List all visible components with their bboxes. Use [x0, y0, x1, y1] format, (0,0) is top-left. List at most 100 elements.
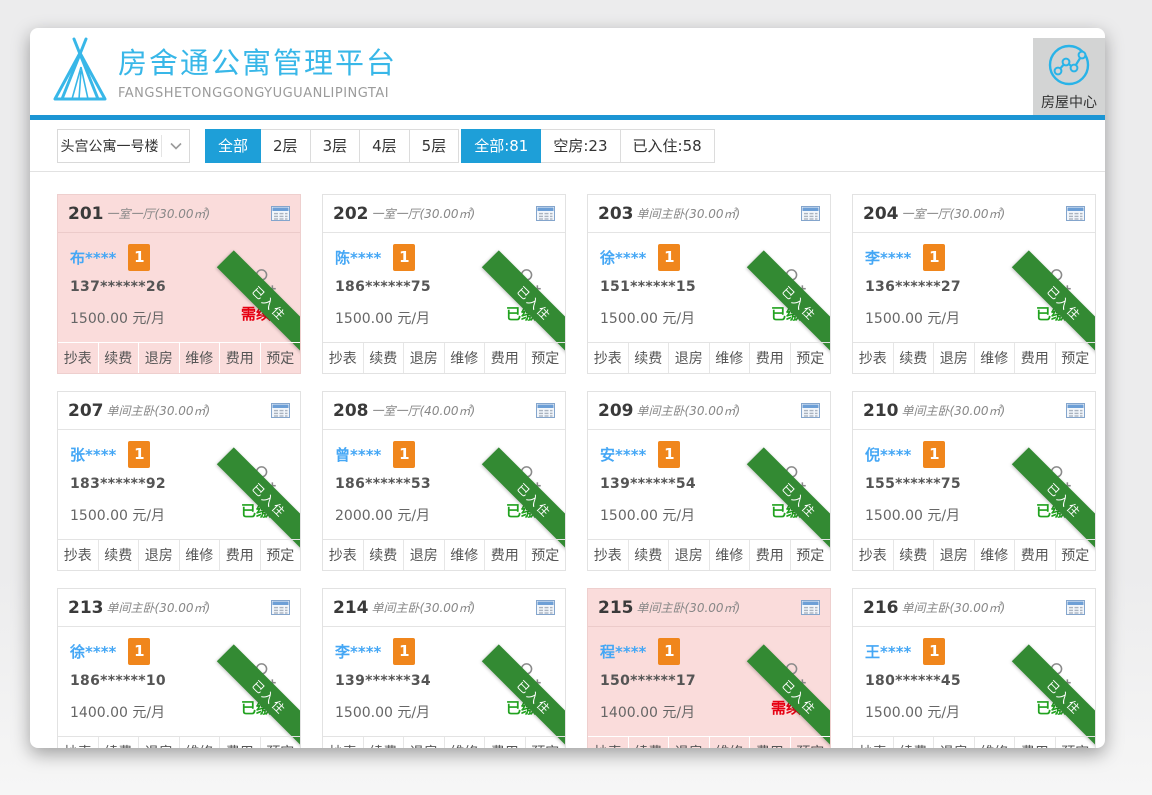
room-action-button-0[interactable]: 抄表 — [853, 343, 893, 373]
room-action-button-4[interactable]: 费用 — [1014, 737, 1055, 748]
room-action-button-5[interactable]: 预定 — [1055, 737, 1096, 748]
tenant-name[interactable]: 王**** — [865, 641, 911, 662]
room-action-button-0[interactable]: 抄表 — [588, 343, 628, 373]
room-detail-table-icon[interactable] — [1066, 403, 1085, 418]
room-action-button-4[interactable]: 费用 — [219, 343, 260, 373]
tenant-name[interactable]: 李**** — [865, 247, 911, 268]
stat-tab-1[interactable]: 空房:23 — [540, 129, 620, 163]
room-action-button-1[interactable]: 续费 — [893, 343, 934, 373]
floor-tab-4[interactable]: 5层 — [409, 129, 460, 163]
floor-tab-1[interactable]: 2层 — [260, 129, 311, 163]
room-action-button-1[interactable]: 续费 — [628, 343, 669, 373]
room-action-button-3[interactable]: 维修 — [974, 737, 1015, 748]
floor-tab-3[interactable]: 4层 — [359, 129, 410, 163]
room-action-button-5[interactable]: 预定 — [525, 343, 566, 373]
room-action-button-3[interactable]: 维修 — [709, 343, 750, 373]
tenant-name[interactable]: 倪**** — [865, 444, 911, 465]
room-action-button-4[interactable]: 费用 — [484, 540, 525, 570]
room-detail-table-icon[interactable] — [801, 403, 820, 418]
room-card[interactable]: 213 单间主卧(30.00㎡) 徐**** 1 186***** — [57, 588, 301, 748]
room-action-button-5[interactable]: 预定 — [260, 540, 301, 570]
room-action-button-1[interactable]: 续费 — [893, 737, 934, 748]
room-detail-table-icon[interactable] — [271, 206, 290, 221]
room-action-button-4[interactable]: 费用 — [484, 343, 525, 373]
room-action-button-2[interactable]: 退房 — [403, 343, 444, 373]
stat-tab-0[interactable]: 全部:81 — [461, 129, 541, 163]
room-action-button-0[interactable]: 抄表 — [323, 540, 363, 570]
room-detail-table-icon[interactable] — [271, 600, 290, 615]
room-card[interactable]: 203 单间主卧(30.00㎡) 徐**** 1 151***** — [587, 194, 831, 374]
tenant-name[interactable]: 布**** — [70, 247, 116, 268]
room-card[interactable]: 201 一室一厅(30.00㎡) 布**** 1 137***** — [57, 194, 301, 374]
room-action-button-3[interactable]: 维修 — [974, 540, 1015, 570]
room-action-button-0[interactable]: 抄表 — [323, 343, 363, 373]
room-action-button-2[interactable]: 退房 — [403, 540, 444, 570]
room-card[interactable]: 210 单间主卧(30.00㎡) 倪**** 1 155***** — [852, 391, 1096, 571]
room-card[interactable]: 208 一室一厅(40.00㎡) 曾**** 1 186***** — [322, 391, 566, 571]
room-action-button-0[interactable]: 抄表 — [588, 540, 628, 570]
room-card[interactable]: 207 单间主卧(30.00㎡) 张**** 1 183***** — [57, 391, 301, 571]
room-action-button-5[interactable]: 预定 — [790, 540, 831, 570]
room-action-button-0[interactable]: 抄表 — [58, 737, 98, 748]
room-action-button-5[interactable]: 预定 — [525, 737, 566, 748]
room-action-button-1[interactable]: 续费 — [98, 737, 139, 748]
room-action-button-1[interactable]: 续费 — [628, 540, 669, 570]
room-card[interactable]: 204 一室一厅(30.00㎡) 李**** 1 136***** — [852, 194, 1096, 374]
room-action-button-1[interactable]: 续费 — [363, 737, 404, 748]
room-action-button-0[interactable]: 抄表 — [58, 540, 98, 570]
room-card[interactable]: 216 单间主卧(30.00㎡) 王**** 1 180***** — [852, 588, 1096, 748]
room-action-button-1[interactable]: 续费 — [893, 540, 934, 570]
room-action-button-2[interactable]: 退房 — [933, 540, 974, 570]
room-action-button-2[interactable]: 退房 — [933, 343, 974, 373]
room-action-button-5[interactable]: 预定 — [790, 343, 831, 373]
room-action-button-0[interactable]: 抄表 — [323, 737, 363, 748]
room-action-button-5[interactable]: 预定 — [260, 737, 301, 748]
room-detail-table-icon[interactable] — [536, 206, 555, 221]
room-card[interactable]: 202 一室一厅(30.00㎡) 陈**** 1 186***** — [322, 194, 566, 374]
room-action-button-4[interactable]: 费用 — [749, 737, 790, 748]
room-action-button-1[interactable]: 续费 — [98, 540, 139, 570]
room-detail-table-icon[interactable] — [1066, 206, 1085, 221]
room-action-button-4[interactable]: 费用 — [219, 540, 260, 570]
room-action-button-2[interactable]: 退房 — [138, 737, 179, 748]
room-action-button-5[interactable]: 预定 — [1055, 343, 1096, 373]
tenant-name[interactable]: 曾**** — [335, 444, 381, 465]
tenant-name[interactable]: 安**** — [600, 444, 646, 465]
building-select[interactable]: 头宫公寓一号楼 — [57, 129, 190, 163]
floor-tab-2[interactable]: 3层 — [310, 129, 361, 163]
room-action-button-5[interactable]: 预定 — [260, 343, 301, 373]
room-action-button-2[interactable]: 退房 — [933, 737, 974, 748]
room-action-button-3[interactable]: 维修 — [444, 540, 485, 570]
room-action-button-0[interactable]: 抄表 — [853, 737, 893, 748]
room-card[interactable]: 209 单间主卧(30.00㎡) 安**** 1 139***** — [587, 391, 831, 571]
room-action-button-2[interactable]: 退房 — [403, 737, 444, 748]
room-action-button-4[interactable]: 费用 — [749, 540, 790, 570]
room-action-button-3[interactable]: 维修 — [179, 540, 220, 570]
room-action-button-0[interactable]: 抄表 — [853, 540, 893, 570]
room-action-button-4[interactable]: 费用 — [219, 737, 260, 748]
room-action-button-3[interactable]: 维修 — [709, 737, 750, 748]
room-action-button-0[interactable]: 抄表 — [588, 737, 628, 748]
room-action-button-2[interactable]: 退房 — [668, 737, 709, 748]
stat-tab-2[interactable]: 已入住:58 — [620, 129, 715, 163]
room-action-button-3[interactable]: 维修 — [974, 343, 1015, 373]
room-action-button-0[interactable]: 抄表 — [58, 343, 98, 373]
room-detail-table-icon[interactable] — [801, 206, 820, 221]
room-action-button-3[interactable]: 维修 — [179, 343, 220, 373]
house-center-nav[interactable]: 房屋中心 — [1033, 38, 1105, 115]
room-detail-table-icon[interactable] — [1066, 600, 1085, 615]
room-detail-table-icon[interactable] — [271, 403, 290, 418]
room-action-button-3[interactable]: 维修 — [179, 737, 220, 748]
tenant-name[interactable]: 张**** — [70, 444, 116, 465]
tenant-name[interactable]: 陈**** — [335, 247, 381, 268]
room-card[interactable]: 214 单间主卧(30.00㎡) 李**** 1 139***** — [322, 588, 566, 748]
room-action-button-3[interactable]: 维修 — [444, 343, 485, 373]
room-detail-table-icon[interactable] — [536, 403, 555, 418]
room-action-button-2[interactable]: 退房 — [668, 540, 709, 570]
room-action-button-4[interactable]: 费用 — [749, 343, 790, 373]
room-action-button-5[interactable]: 预定 — [525, 540, 566, 570]
room-action-button-2[interactable]: 退房 — [668, 343, 709, 373]
room-action-button-1[interactable]: 续费 — [363, 343, 404, 373]
floor-tab-0[interactable]: 全部 — [205, 129, 261, 163]
tenant-name[interactable]: 徐**** — [70, 641, 116, 662]
